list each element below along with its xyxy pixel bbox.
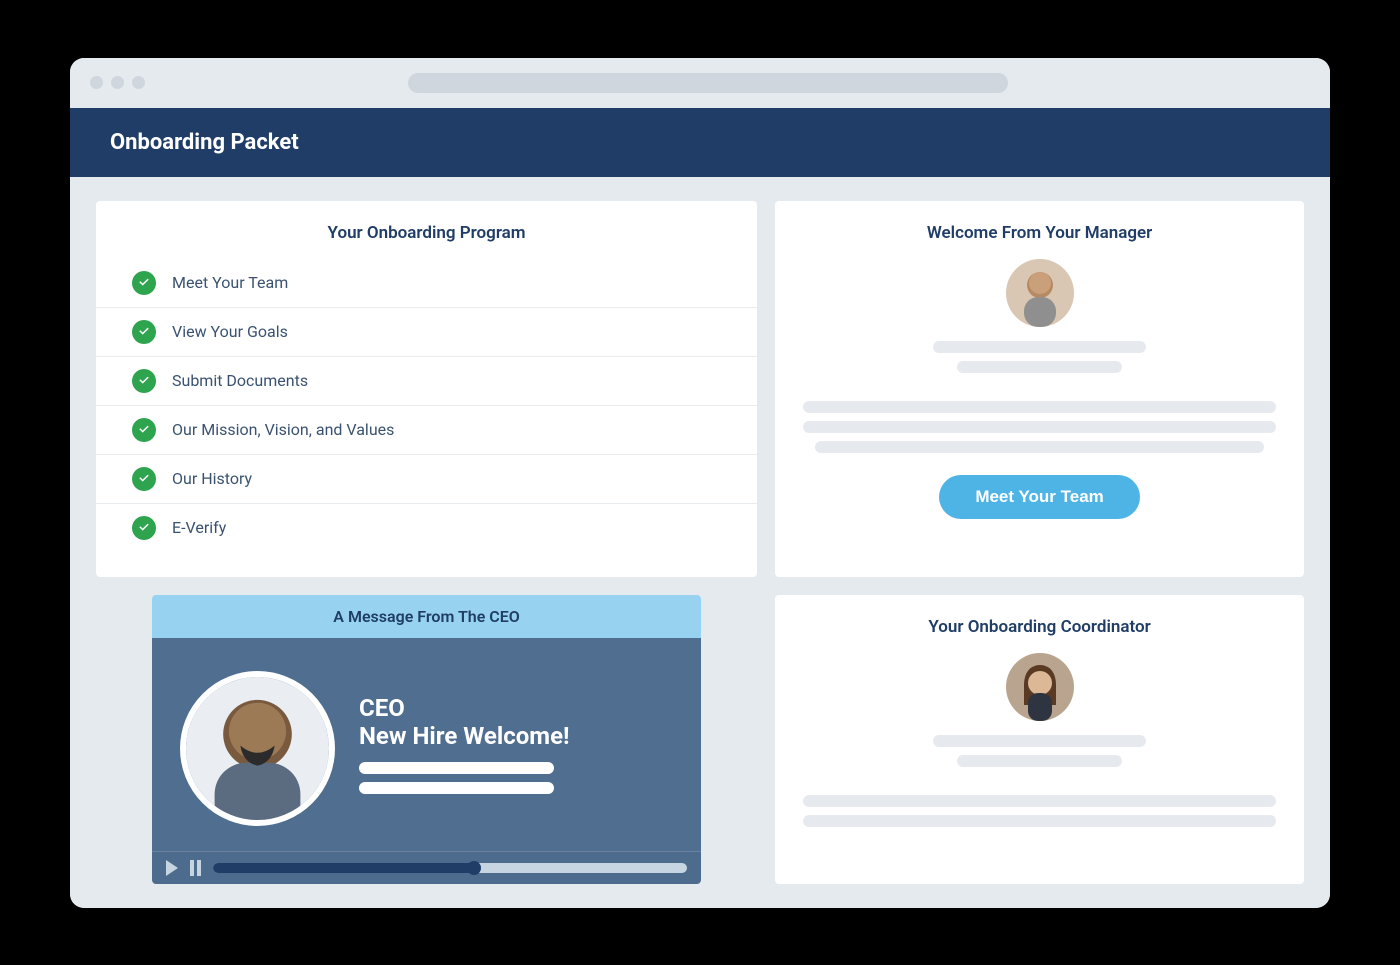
ceo-avatar bbox=[180, 671, 335, 826]
checklist-item[interactable]: Meet Your Team bbox=[96, 259, 757, 308]
window-dot bbox=[132, 76, 145, 89]
placeholder-line bbox=[957, 755, 1123, 767]
placeholder-line bbox=[815, 441, 1264, 453]
browser-frame: Onboarding Packet Your Onboarding Progra… bbox=[70, 58, 1330, 908]
placeholder-line bbox=[359, 762, 554, 774]
check-circle-icon bbox=[132, 467, 156, 491]
placeholder-line bbox=[359, 782, 554, 794]
coordinator-card: Your Onboarding Coordinator bbox=[775, 595, 1304, 884]
check-circle-icon bbox=[132, 320, 156, 344]
ceo-video-area[interactable]: CEO New Hire Welcome! bbox=[152, 638, 701, 851]
placeholder-line bbox=[803, 795, 1276, 807]
checklist-item[interactable]: Our Mission, Vision, and Values bbox=[96, 406, 757, 455]
placeholder-line bbox=[803, 815, 1276, 827]
checklist-label: Our Mission, Vision, and Values bbox=[172, 420, 394, 439]
meet-your-team-button[interactable]: Meet Your Team bbox=[939, 475, 1139, 519]
onboarding-program-title: Your Onboarding Program bbox=[96, 223, 757, 243]
checklist-label: Our History bbox=[172, 469, 252, 488]
video-progress-track[interactable] bbox=[213, 863, 687, 873]
checklist-label: Meet Your Team bbox=[172, 273, 288, 292]
ceo-heading-line2: New Hire Welcome! bbox=[359, 722, 570, 750]
manager-card-title: Welcome From Your Manager bbox=[803, 223, 1276, 243]
placeholder-line bbox=[957, 361, 1123, 373]
window-dot bbox=[90, 76, 103, 89]
ceo-message-card: A Message From The CEO CEO New Hire Welc… bbox=[152, 595, 701, 884]
coordinator-avatar bbox=[1006, 653, 1074, 721]
checklist-label: View Your Goals bbox=[172, 322, 288, 341]
placeholder-line bbox=[803, 401, 1276, 413]
placeholder-line bbox=[933, 735, 1146, 747]
url-bar[interactable] bbox=[408, 73, 1008, 93]
ceo-banner-title: A Message From The CEO bbox=[152, 595, 701, 638]
checklist-item[interactable]: E-Verify bbox=[96, 504, 757, 552]
check-circle-icon bbox=[132, 516, 156, 540]
pause-icon[interactable] bbox=[190, 860, 201, 876]
browser-chrome-bar bbox=[70, 58, 1330, 108]
coordinator-card-title: Your Onboarding Coordinator bbox=[803, 617, 1276, 637]
check-circle-icon bbox=[132, 369, 156, 393]
play-icon[interactable] bbox=[166, 860, 178, 876]
checklist-label: E-Verify bbox=[172, 518, 226, 537]
placeholder-line bbox=[803, 421, 1276, 433]
manager-welcome-card: Welcome From Your Manager Meet Your Team bbox=[775, 201, 1304, 578]
ceo-heading-line1: CEO bbox=[359, 694, 570, 722]
checklist-item[interactable]: Our History bbox=[96, 455, 757, 504]
video-controls bbox=[152, 851, 701, 884]
check-circle-icon bbox=[132, 271, 156, 295]
video-progress-fill bbox=[213, 863, 474, 873]
content-grid: Your Onboarding Program Meet Your Team V… bbox=[70, 177, 1330, 908]
placeholder-line bbox=[933, 341, 1146, 353]
checklist-item[interactable]: Submit Documents bbox=[96, 357, 757, 406]
checklist-item[interactable]: View Your Goals bbox=[96, 308, 757, 357]
checklist-label: Submit Documents bbox=[172, 371, 308, 390]
manager-avatar bbox=[1006, 259, 1074, 327]
window-dot bbox=[111, 76, 124, 89]
onboarding-program-card: Your Onboarding Program Meet Your Team V… bbox=[96, 201, 757, 578]
check-circle-icon bbox=[132, 418, 156, 442]
onboarding-checklist: Meet Your Team View Your Goals Submit Do… bbox=[96, 259, 757, 552]
video-progress-handle[interactable] bbox=[467, 861, 481, 875]
page-title: Onboarding Packet bbox=[70, 108, 1330, 177]
